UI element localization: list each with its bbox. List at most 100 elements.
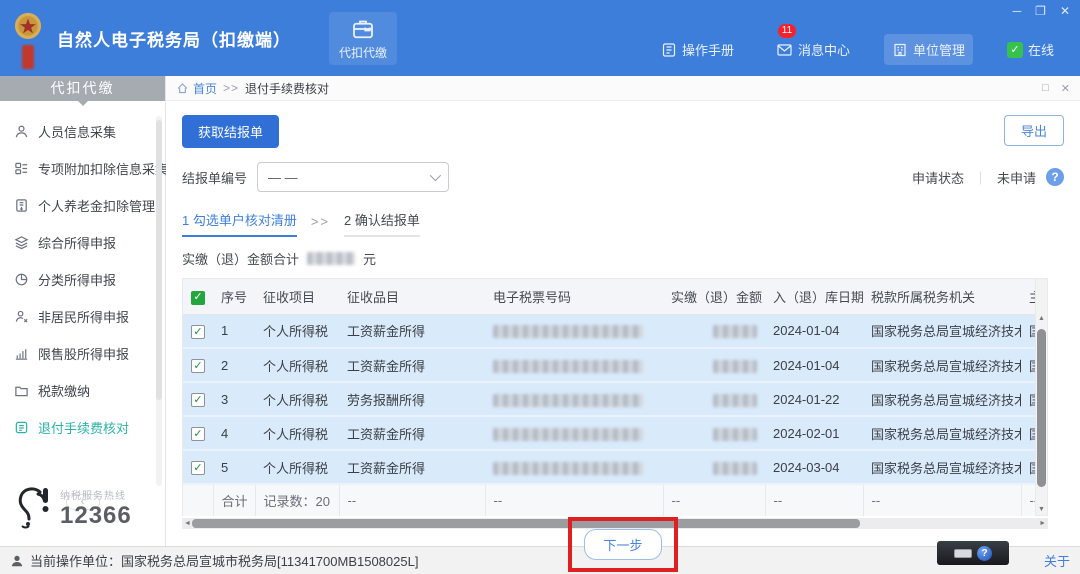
statement-number-select[interactable]: — — bbox=[257, 162, 450, 192]
menu-online-label: 在线 bbox=[1027, 43, 1054, 58]
breadcrumb-home[interactable]: 首页 bbox=[176, 80, 217, 97]
sidebar-item-nonresident-income[interactable]: 非居民所得申报 bbox=[0, 298, 165, 335]
window-restore-button[interactable]: ❐ bbox=[1035, 4, 1046, 18]
cell-receipt-masked bbox=[493, 325, 643, 339]
ime-toolbar[interactable]: ? bbox=[937, 541, 1009, 565]
cell-amount-masked bbox=[713, 427, 757, 441]
hotline-caption: 纳税服务热线 bbox=[60, 490, 126, 502]
building-icon bbox=[894, 43, 906, 56]
window-close-button[interactable]: ✕ bbox=[1060, 4, 1070, 18]
sidebar-item-special-deduction[interactable]: 专项附加扣除信息采集 bbox=[0, 150, 168, 187]
table-row[interactable]: ✓ 1 个人所得税 工资薪金所得 2024-01-04 国家税务总局宣城经济技术… bbox=[183, 314, 1035, 349]
cell-no: 1 bbox=[213, 314, 255, 349]
sidebar-item-tax-payment[interactable]: 税款缴纳 bbox=[0, 372, 165, 409]
steps-separator: >> bbox=[310, 214, 331, 229]
panel-maximize-button[interactable]: □ bbox=[1042, 82, 1049, 95]
cell-item: 个人所得税 bbox=[255, 416, 339, 451]
menu-messages[interactable]: 11 消息中心 bbox=[768, 24, 858, 65]
help-icon[interactable]: ? bbox=[1046, 168, 1064, 186]
next-step-button[interactable]: 下一步 bbox=[584, 528, 662, 560]
filter-row: 结报单编号 — — 申请状态 ｜ 未申请 ? bbox=[182, 162, 1064, 192]
col-item: 征收项目 bbox=[255, 279, 339, 315]
table-row[interactable]: ✓ 2 个人所得税 工资薪金所得 2024-01-04 国家税务总局宣城经济技术… bbox=[183, 348, 1035, 383]
scroll-up-icon[interactable]: ▲ bbox=[1036, 315, 1047, 322]
sidebar-menu: 人员信息采集 专项附加扣除信息采集 个人养老金扣除管理 综合所得申报 分类所得申… bbox=[0, 101, 168, 446]
menu-org-label: 单位管理 bbox=[912, 43, 965, 58]
status-label: 申请状态 bbox=[911, 170, 964, 186]
cell-authority: 国家税务总局宣城经济技术... bbox=[863, 416, 1021, 451]
row-checkbox[interactable]: ✓ bbox=[191, 325, 205, 339]
logo-seal-text bbox=[22, 44, 34, 69]
cell-no: 5 bbox=[213, 450, 255, 485]
panel-close-button[interactable]: ✕ bbox=[1061, 82, 1070, 95]
sidebar-item-comprehensive-income[interactable]: 综合所得申报 bbox=[0, 224, 165, 261]
steps-row: 1 勾选单户核对清册 >> 2 确认结报单 bbox=[182, 210, 1064, 237]
export-button[interactable]: 导出 bbox=[1003, 115, 1064, 146]
footer-total-label: 合计 bbox=[213, 483, 256, 516]
sidebar-item-refund-fee-check[interactable]: 退付手续费核对 bbox=[0, 409, 165, 446]
table-row[interactable]: ✓ 3 个人所得税 劳务报酬所得 2024-01-22 国家税务总局宣城经济技术… bbox=[183, 382, 1035, 417]
table-row[interactable]: ✓ 4 个人所得税 工资薪金所得 2024-02-01 国家税务总局宣城经济技术… bbox=[183, 416, 1035, 451]
app-header: 自然人电子税务局（扣缴端） 代扣代缴 操作手册 11 消息中心 单位管理 ✓ 在… bbox=[0, 0, 1080, 76]
menu-messages-label: 消息中心 bbox=[797, 43, 850, 58]
window-controls: ─ ❐ ✕ bbox=[1013, 4, 1070, 18]
menu-online-status[interactable]: ✓ 在线 bbox=[999, 34, 1062, 65]
sidebar-item-restricted-stock[interactable]: 限售股所得申报 bbox=[0, 335, 165, 372]
table-row[interactable]: ✓ 5 个人所得税 工资薪金所得 2024-03-04 国家税务总局宣城经济技术… bbox=[183, 450, 1035, 485]
summary-label: 实缴（退）金额合计 bbox=[182, 252, 300, 267]
sidebar-item-personnel-info[interactable]: 人员信息采集 bbox=[0, 113, 165, 150]
chevron-down-icon bbox=[429, 169, 442, 182]
application-status: 申请状态 ｜ 未申请 ? bbox=[912, 168, 1064, 187]
statement-number-value: — — bbox=[268, 169, 298, 185]
sidebar-item-label: 税款缴纳 bbox=[38, 384, 91, 399]
cell-subitem: 劳务报酬所得 bbox=[339, 382, 485, 417]
sidebar-item-pension-deduction[interactable]: 个人养老金扣除管理 bbox=[0, 187, 165, 224]
sidebar-item-label: 人员信息采集 bbox=[38, 125, 117, 140]
breadcrumb-current: 退付手续费核对 bbox=[245, 81, 330, 96]
table-footer-row: 合计 记录数：20 -- -- -- -- -- -- bbox=[183, 483, 1035, 516]
row-checkbox[interactable]: ✓ bbox=[191, 359, 205, 374]
national-emblem-icon bbox=[14, 12, 42, 40]
row-checkbox[interactable]: ✓ bbox=[191, 427, 205, 442]
grid-list-icon bbox=[14, 161, 29, 176]
refund-check-page: 获取结报单 导出 结报单编号 — — 申请状态 ｜ 未申请 ? 1 勾选单户核对… bbox=[166, 101, 1080, 572]
cell-date: 2024-01-22 bbox=[765, 382, 863, 417]
footer-record-count: 记录数：20 bbox=[255, 483, 340, 516]
app-title: 自然人电子税务局（扣缴端） bbox=[57, 30, 291, 50]
statement-number-label: 结报单编号 bbox=[182, 170, 248, 186]
cell-subitem: 工资薪金所得 bbox=[339, 348, 485, 383]
step-1-tab[interactable]: 1 勾选单户核对清册 bbox=[182, 210, 297, 237]
sidebar-scrollbar-thumb[interactable] bbox=[156, 120, 162, 400]
fetch-statement-button[interactable]: 获取结报单 bbox=[182, 115, 280, 148]
row-checkbox[interactable]: ✓ bbox=[191, 393, 205, 408]
select-all-checkbox[interactable]: ✓ bbox=[191, 290, 205, 305]
col-authority: 税款所属税务机关 bbox=[863, 279, 1021, 315]
user-icon bbox=[11, 555, 23, 566]
step-2-tab[interactable]: 2 确认结报单 bbox=[344, 210, 420, 237]
hotline-headset-icon bbox=[18, 487, 49, 529]
table-vertical-scrollbar[interactable]: ▲ ▼ bbox=[1036, 278, 1048, 516]
cell-authority: 国家税务总局宣城经济技术... bbox=[863, 348, 1021, 383]
sidebar-item-classified-income[interactable]: 分类所得申报 bbox=[0, 261, 165, 298]
menu-manual[interactable]: 操作手册 bbox=[653, 34, 742, 65]
sidebar-scrollbar[interactable] bbox=[156, 116, 162, 486]
cell-amount-masked bbox=[713, 393, 757, 407]
col-supervisor: 主管 bbox=[1021, 279, 1035, 315]
cell-item: 个人所得税 bbox=[255, 348, 339, 383]
summary-unit: 元 bbox=[363, 252, 377, 267]
header-menu: 操作手册 11 消息中心 单位管理 ✓ 在线 bbox=[653, 24, 1062, 65]
row-checkbox[interactable]: ✓ bbox=[191, 461, 205, 476]
menu-org-management[interactable]: 单位管理 bbox=[883, 34, 973, 65]
vertical-scrollbar-thumb[interactable] bbox=[1037, 329, 1046, 487]
sidebar-item-label: 非居民所得申报 bbox=[38, 310, 130, 325]
cell-supervisor: 国家 bbox=[1021, 450, 1035, 485]
cell-amount-masked bbox=[713, 325, 757, 339]
tab-withholding[interactable]: 代扣代缴 bbox=[329, 11, 398, 65]
cell-date: 2024-03-04 bbox=[765, 450, 863, 485]
sidebar-item-label: 限售股所得申报 bbox=[38, 347, 130, 362]
window-minimize-button[interactable]: ─ bbox=[1013, 4, 1022, 18]
cell-authority: 国家税务总局宣城经济技术... bbox=[863, 314, 1021, 349]
table-header-row: ✓ 序号 征收项目 征收品目 电子税票号码 实缴（退）金额 入（退）库日期 税款… bbox=[183, 279, 1035, 315]
scroll-down-icon[interactable]: ▼ bbox=[1036, 506, 1047, 513]
cell-supervisor: 国家 bbox=[1021, 348, 1035, 383]
